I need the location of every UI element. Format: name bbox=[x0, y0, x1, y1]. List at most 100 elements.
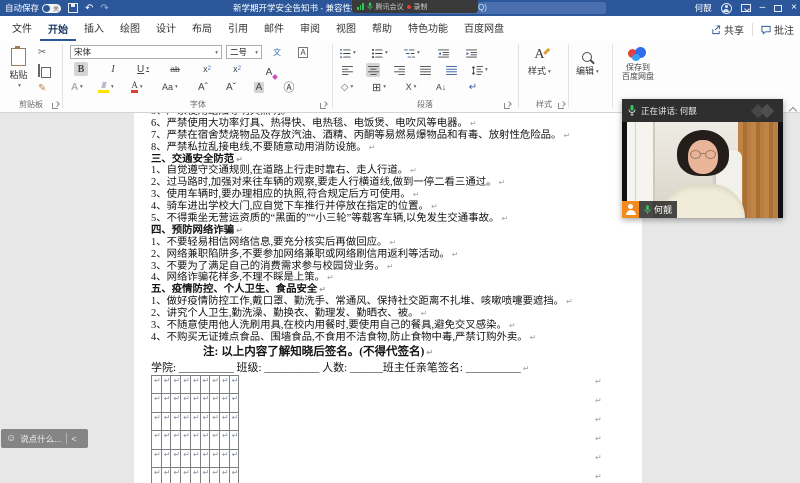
table-cell[interactable]: ↵ bbox=[180, 393, 191, 413]
table-cell[interactable]: ↵ bbox=[228, 411, 240, 432]
line-spacing-icon[interactable] bbox=[472, 63, 488, 77]
strikethrough-button[interactable]: ab bbox=[168, 62, 182, 76]
table-cell[interactable]: ↵ bbox=[209, 374, 220, 395]
tab-审阅[interactable]: 审阅 bbox=[292, 15, 328, 41]
table-cell[interactable]: ↵ bbox=[160, 448, 172, 469]
chat-input-placeholder[interactable]: 说点什么... bbox=[20, 433, 61, 445]
bold-button[interactable]: B bbox=[74, 62, 88, 76]
table-cell[interactable]: ↵ bbox=[218, 411, 230, 432]
shrink-font-icon[interactable]: Aˇ bbox=[224, 80, 238, 94]
table-cell[interactable]: ↵ bbox=[189, 393, 201, 413]
phonetic-guide-icon[interactable]: 文 bbox=[270, 45, 284, 59]
table-cell[interactable]: ↵ bbox=[218, 393, 230, 413]
font-name-combo[interactable]: 宋体 bbox=[70, 45, 222, 59]
superscript-button[interactable]: x2 bbox=[230, 62, 244, 76]
justify-icon[interactable] bbox=[418, 63, 432, 77]
ribbon-display-options-icon[interactable] bbox=[740, 4, 751, 12]
table-cell[interactable]: ↵ bbox=[180, 430, 191, 450]
table-cell[interactable]: ↵ bbox=[189, 374, 201, 395]
table-cell[interactable]: ↵ bbox=[170, 411, 182, 432]
table-cell[interactable]: ↵ bbox=[228, 430, 240, 450]
signature-table[interactable]: ↵ ↵ ↵ ↵ ↵ ↵ ↵ ↵ ↵ ↵ ↵ ↵ ↵ ↵ ↵ ↵ ↵ ↵ ↵ ↵ ↵ ↵ ↵ ↵ ↵ ↵ ↵ ↵ ↵ ↵ ↵ ↵ ↵ ↵ ↵ ↵ ↵ ↵ ↵ ↵… bbox=[151, 374, 591, 483]
tab-开始[interactable]: 开始 bbox=[40, 16, 76, 41]
asian-layout-icon[interactable]: X bbox=[404, 80, 418, 94]
minimize-icon[interactable]: – bbox=[760, 3, 766, 13]
emoji-icon[interactable]: ☺ bbox=[6, 433, 16, 444]
decrease-indent-icon[interactable] bbox=[436, 46, 450, 60]
formatting-marks-icon[interactable]: ↵ bbox=[466, 80, 480, 94]
table-cell[interactable]: ↵ bbox=[199, 393, 211, 413]
table-cell[interactable]: ↵ bbox=[170, 393, 182, 413]
align-left-icon[interactable] bbox=[340, 63, 354, 77]
character-border-icon[interactable]: A bbox=[296, 45, 310, 59]
table-cell[interactable]: ↵ bbox=[209, 411, 220, 432]
autosave-toggle[interactable]: 自动保存 关 bbox=[5, 2, 62, 14]
table-cell[interactable]: ↵ bbox=[199, 411, 211, 432]
table-cell[interactable]: ↵ bbox=[209, 448, 220, 469]
autosave-switch-icon[interactable]: 关 bbox=[42, 3, 62, 13]
distribute-text-icon[interactable] bbox=[444, 63, 458, 77]
panel-collapse-chevron-icon[interactable] bbox=[789, 106, 797, 114]
paragraph-dialog-launcher[interactable] bbox=[504, 102, 511, 109]
save-icon[interactable] bbox=[68, 3, 79, 13]
account-name[interactable]: 何靓 bbox=[695, 2, 712, 14]
grow-font-icon[interactable]: Aˆ bbox=[196, 80, 210, 94]
table-cell[interactable]: ↵ bbox=[228, 374, 240, 395]
table-cell[interactable]: ↵ bbox=[180, 374, 191, 395]
change-case-icon[interactable]: Aa bbox=[162, 80, 178, 94]
clear-formatting-icon[interactable]: A bbox=[262, 66, 276, 80]
chat-collapse-icon[interactable]: < bbox=[71, 434, 76, 444]
tab-引用[interactable]: 引用 bbox=[220, 15, 256, 41]
table-cell[interactable]: ↵ bbox=[160, 467, 172, 483]
tab-百度网盘[interactable]: 百度网盘 bbox=[456, 15, 512, 41]
align-right-icon[interactable] bbox=[392, 63, 406, 77]
table-cell[interactable]: ↵ bbox=[209, 467, 220, 483]
table-cell[interactable]: ↵ bbox=[189, 430, 201, 450]
table-cell[interactable]: ↵ bbox=[170, 374, 182, 395]
format-painter-icon[interactable]: ✎ bbox=[38, 83, 46, 94]
enclose-character-icon[interactable]: Ⓐ bbox=[282, 80, 296, 94]
borders-icon[interactable]: ⊞ bbox=[372, 80, 386, 94]
table-cell[interactable]: ↵ bbox=[180, 448, 191, 469]
bullet-list-icon[interactable] bbox=[340, 46, 356, 60]
table-cell[interactable]: ↵ bbox=[151, 467, 162, 483]
document-page[interactable]: 5、严禁使用蜡烛等明火照明。↵6、严禁使用大功率灯具、热得快、电热毯、电饭煲、电… bbox=[134, 112, 642, 483]
table-cell[interactable]: ↵ bbox=[218, 467, 230, 483]
table-cell[interactable]: ↵ bbox=[199, 374, 211, 395]
subscript-button[interactable]: x2 bbox=[200, 62, 214, 76]
meeting-video-panel[interactable]: 正在讲话: 何靓 何靓 bbox=[622, 99, 783, 218]
table-cell[interactable]: ↵ bbox=[151, 448, 162, 469]
table-cell[interactable]: ↵ bbox=[218, 374, 230, 395]
table-cell[interactable]: ↵ bbox=[160, 374, 172, 395]
increase-indent-icon[interactable] bbox=[464, 46, 478, 60]
paragraph-shading-icon[interactable]: ◇ bbox=[340, 80, 354, 94]
table-cell[interactable]: ↵ bbox=[199, 430, 211, 450]
table-cell[interactable]: ↵ bbox=[199, 448, 211, 469]
tab-邮件[interactable]: 邮件 bbox=[256, 15, 292, 41]
italic-button[interactable]: I bbox=[106, 62, 120, 76]
table-cell[interactable]: ↵ bbox=[151, 430, 162, 450]
font-color-icon[interactable]: A bbox=[130, 80, 144, 94]
sort-icon[interactable]: A↓ bbox=[434, 80, 448, 94]
tab-绘图[interactable]: 绘图 bbox=[112, 15, 148, 41]
table-cell[interactable]: ↵ bbox=[209, 393, 220, 413]
tab-文件[interactable]: 文件 bbox=[4, 15, 40, 41]
styles-button[interactable]: A 样式 bbox=[528, 48, 551, 77]
table-cell[interactable]: ↵ bbox=[189, 448, 201, 469]
tab-设计[interactable]: 设计 bbox=[148, 15, 184, 41]
multilevel-list-icon[interactable] bbox=[404, 46, 420, 60]
table-cell[interactable]: ↵ bbox=[170, 467, 182, 483]
tab-帮助[interactable]: 帮助 bbox=[364, 15, 400, 41]
table-cell[interactable]: ↵ bbox=[218, 448, 230, 469]
restore-window-icon[interactable] bbox=[774, 4, 783, 12]
table-cell[interactable]: ↵ bbox=[160, 411, 172, 432]
table-cell[interactable]: ↵ bbox=[170, 448, 182, 469]
numbered-list-icon[interactable] bbox=[372, 46, 388, 60]
tab-视图[interactable]: 视图 bbox=[328, 15, 364, 41]
cut-icon[interactable]: ✂ bbox=[38, 47, 46, 58]
text-effects-icon[interactable]: A bbox=[70, 80, 84, 94]
table-cell[interactable]: ↵ bbox=[189, 411, 201, 432]
highlight-color-icon[interactable] bbox=[98, 80, 114, 94]
table-cell[interactable]: ↵ bbox=[228, 393, 240, 413]
table-cell[interactable]: ↵ bbox=[180, 467, 191, 483]
